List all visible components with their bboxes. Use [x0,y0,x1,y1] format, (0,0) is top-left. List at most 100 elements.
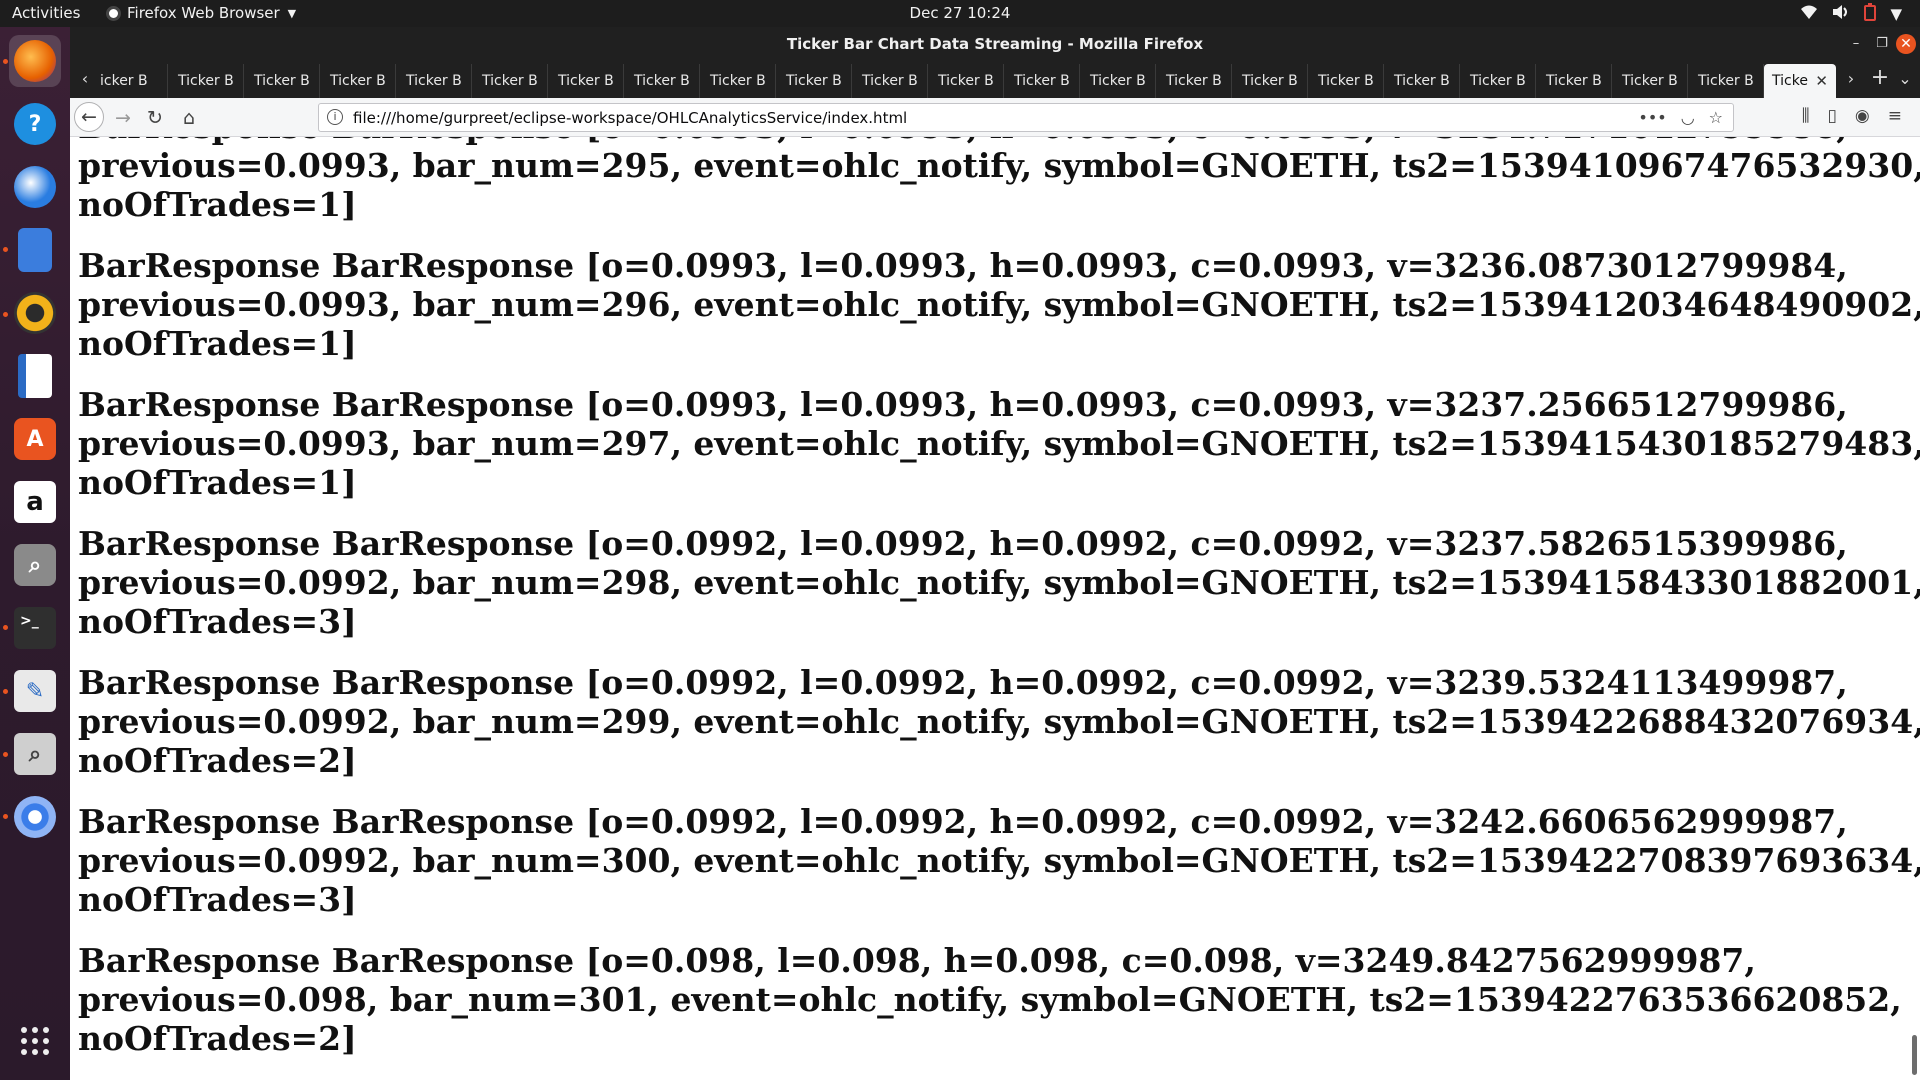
bar-response-record: BarResponse BarResponse [o=0.098, l=0.09… [70,941,1902,1058]
browser-tab[interactable]: Ticker B [244,64,320,98]
library-icon[interactable]: ⫼ [1802,106,1810,126]
software-center-icon: A [14,418,56,460]
browser-tab[interactable]: Ticker B [548,64,624,98]
browser-tab[interactable]: Ticker B [1688,64,1764,98]
dock-writer[interactable] [9,350,61,402]
browser-tab[interactable]: Ticker B [852,64,928,98]
tab-list-chevron-icon[interactable]: ⌄ [1894,67,1916,91]
browser-tab[interactable]: Ticker B [1004,64,1080,98]
tab-close-icon[interactable]: ✕ [1815,64,1828,98]
back-button[interactable]: ← [74,102,104,132]
url-bar[interactable]: i file:///home/gurpreet/eclipse-workspac… [318,103,1734,132]
show-applications-button[interactable] [9,1015,61,1067]
browser-tab[interactable]: Ticker B [624,64,700,98]
window-titlebar[interactable]: Ticker Bar Chart Data Streaming - Mozill… [70,27,1920,61]
account-icon[interactable]: ◉ [1855,106,1870,126]
firefox-app-icon [106,5,121,21]
firefox-icon [14,40,56,82]
dock-thunderbird[interactable] [9,161,61,213]
browser-tab[interactable]: Ticker B [472,64,548,98]
home-button[interactable]: ⌂ [176,105,202,131]
tab-bar: ‹ icker B Ticker B Ticker B Ticker B Ticker … [70,61,1920,98]
browser-tab[interactable]: Ticker B [1536,64,1612,98]
dock-software[interactable]: A [9,413,61,465]
writer-icon [18,354,52,398]
browser-tab[interactable]: Ticker B [1384,64,1460,98]
browser-tab[interactable]: Ticker B [928,64,1004,98]
maximize-button[interactable]: ❐ [1872,34,1892,54]
dock-terminal[interactable]: >_ [9,602,61,654]
bar-response-record: BarResponse BarResponse [o=0.0992, l=0.0… [70,524,1920,641]
bar-response-record: BarResponse BarResponse [o=0.0993, l=0.0… [70,246,1920,363]
app-menu[interactable]: Firefox Web Browser ▼ [106,4,296,22]
browser-tab[interactable]: icker B [98,64,168,98]
new-tab-button[interactable]: + [1868,66,1892,90]
reload-button[interactable]: ↻ [142,105,168,131]
record-line: noOfTrades=2] [78,741,357,780]
site-info-icon[interactable]: i [327,109,343,125]
browser-tab[interactable]: Ticker B [776,64,852,98]
dock-files[interactable] [9,224,61,276]
close-window-button[interactable]: ✕ [1896,34,1916,54]
dock-firefox[interactable] [9,35,61,87]
thunderbird-icon [14,166,56,208]
bar-response-list: BarResponse BarResponse [o=0.0993, l=0.0… [70,137,1920,1080]
scrollbar-thumb[interactable] [1912,1035,1917,1075]
power-caret-icon: ▼ [1890,5,1902,23]
record-line: previous=0.0992, bar_num=299, event=ohlc… [78,702,1920,741]
search-icon: ⌕ [14,544,56,586]
dock-editor[interactable]: ✎ [9,665,61,717]
running-indicator [3,312,8,317]
browser-tab[interactable]: Ticker B [700,64,776,98]
browser-tab[interactable]: Ticker B [1156,64,1232,98]
record-line: previous=0.0992, bar_num=298, event=ohlc… [78,563,1920,602]
tab-scroll-left-icon[interactable]: ‹ [74,67,96,91]
app-menu-label: Firefox Web Browser [127,4,280,22]
browser-tab[interactable]: Ticker B [320,64,396,98]
bar-response-record: BarResponse BarResponse [o=0.0993, l=0.0… [70,385,1920,502]
browser-tab-active[interactable]: Ticke ✕ [1764,64,1836,98]
clock[interactable]: Dec 27 10:24 [910,4,1011,22]
browser-tab[interactable]: Ticker B [1308,64,1384,98]
running-indicator [3,814,8,819]
browser-tab[interactable]: Ticker B [396,64,472,98]
menu-icon[interactable]: ≡ [1888,106,1902,126]
volume-icon [1832,4,1850,24]
browser-tab[interactable]: Ticker B [1080,64,1156,98]
bookmark-star-icon[interactable]: ☆ [1709,108,1723,127]
magnifier-icon: ⌕ [14,733,56,775]
dock-help[interactable]: ? [9,98,61,150]
dock-screenshot[interactable]: ⌕ [9,539,61,591]
forward-button[interactable]: → [110,105,136,131]
record-line: BarResponse BarResponse [o=0.0992, l=0.0… [78,524,1848,563]
browser-tab[interactable]: Ticker B [1232,64,1308,98]
dock-rhythmbox[interactable] [9,287,61,339]
active-tab-label: Ticke [1772,73,1808,89]
bar-response-record: BarResponse BarResponse [o=0.0992, l=0.0… [70,802,1920,919]
pocket-icon[interactable]: ◡ [1681,108,1695,127]
window-title: Ticker Bar Chart Data Streaming - Mozill… [786,35,1204,53]
dock-amazon[interactable]: a [9,476,61,528]
browser-tab[interactable]: Ticker B [168,64,244,98]
record-line: previous=0.0993, bar_num=295, event=ohlc… [78,146,1920,185]
record-line: BarResponse BarResponse [o=0.0992, l=0.0… [78,663,1848,702]
sidebar-icon[interactable]: ▯ [1828,106,1837,126]
page-actions-icon[interactable]: ••• [1638,108,1666,127]
tab-scroll-right-icon[interactable]: › [1840,67,1862,91]
text-editor-icon: ✎ [14,670,56,712]
record-line: noOfTrades=3] [78,880,357,919]
dock-magnifier[interactable]: ⌕ [9,728,61,780]
wifi-icon [1800,4,1818,24]
url-text[interactable]: file:///home/gurpreet/eclipse-workspace/… [353,109,907,127]
activities-button[interactable]: Activities [12,4,80,22]
system-top-bar: Activities Firefox Web Browser ▼ Dec 27 … [0,0,1920,27]
apps-grid-icon [21,1027,49,1055]
record-line: previous=0.0992, bar_num=300, event=ohlc… [78,841,1920,880]
record-line: previous=0.098, bar_num=301, event=ohlc_… [78,980,1902,1019]
system-tray[interactable]: ▼ [1800,3,1902,25]
help-icon: ? [14,103,56,145]
dock-chromium[interactable] [9,791,61,843]
browser-tab[interactable]: Ticker B [1612,64,1688,98]
minimize-button[interactable]: – [1846,34,1866,54]
browser-tab[interactable]: Ticker B [1460,64,1536,98]
